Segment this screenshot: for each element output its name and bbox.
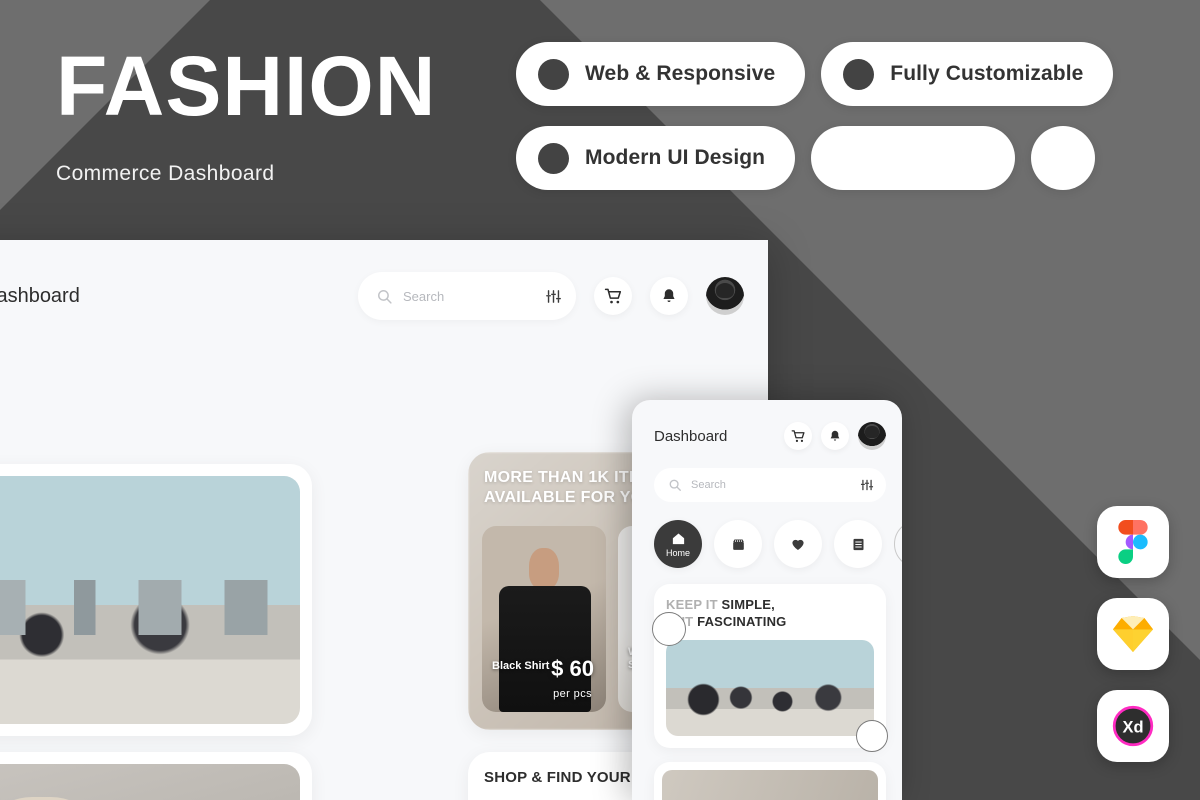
nav-item-overflow[interactable] <box>894 520 902 568</box>
mobile-page-title: Dashboard <box>654 427 728 445</box>
mobile-dashboard-mockup: Dashboard Search Home KEEP IT SIMPLE, FA… <box>632 400 902 800</box>
feature-pill-web-responsive[interactable]: Web & Responsive <box>516 42 806 106</box>
blank-circle-shape <box>1031 126 1096 190</box>
city-skyline-graphic <box>0 580 300 635</box>
page-title: FASHION <box>56 39 437 133</box>
feature-pill-label: Fully Customizable <box>890 62 1084 85</box>
adobe-xd-icon: Xd <box>1112 705 1154 747</box>
decorative-circle <box>652 612 686 646</box>
user-avatar[interactable] <box>706 277 744 315</box>
product-name: Black Shirt <box>492 660 550 672</box>
feature-title-line2-bold: FASCINATING <box>697 614 787 630</box>
filter-sliders-icon[interactable] <box>545 288 562 305</box>
mobile-category-nav: Home <box>632 502 902 568</box>
feature-pill-modern-ui-design[interactable]: Modern UI Design <box>516 126 796 190</box>
mobile-header: Dashboard <box>632 400 902 450</box>
feature-pill-label: Web & Responsive <box>585 62 776 85</box>
heart-icon <box>792 539 804 550</box>
filter-sliders-icon[interactable] <box>860 478 874 492</box>
mobile-user-avatar[interactable] <box>858 422 886 450</box>
mobile-feature-card[interactable]: KEEP IT SIMPLE, BUT FASCINATING <box>652 584 888 753</box>
mobile-cart-button[interactable] <box>784 422 812 450</box>
mobile-secondary-card[interactable] <box>654 762 886 800</box>
list-icon <box>853 538 863 550</box>
desktop-header: Dashboard Search <box>0 240 768 352</box>
feature-title-line1-bold: SIMPLE, <box>721 597 775 612</box>
page-subtitle: Commerce Dashboard <box>56 162 275 185</box>
mobile-secondary-photo <box>662 770 878 800</box>
feature-pill-fully-customizable[interactable]: Fully Customizable <box>821 42 1114 106</box>
notifications-button[interactable] <box>650 277 688 315</box>
store-icon <box>732 539 744 550</box>
model-head-graphic <box>529 548 559 590</box>
hero-text-block: FASHION Commerce Dashboard <box>56 44 436 186</box>
bullet-dot-icon <box>843 58 875 90</box>
nav-item-label: Home <box>665 547 690 558</box>
sketch-icon <box>1113 616 1153 652</box>
decorative-circle <box>856 720 888 753</box>
nav-item-orders[interactable] <box>834 520 882 568</box>
figma-icon <box>1118 520 1148 564</box>
bell-icon <box>663 289 675 302</box>
search-icon <box>669 479 681 491</box>
search-icon <box>378 289 392 304</box>
bell-icon <box>830 430 840 441</box>
mobile-search-placeholder: Search <box>691 479 726 491</box>
desktop-search-field[interactable]: Search <box>358 272 576 320</box>
tool-badge-sketch[interactable] <box>1097 598 1169 670</box>
feature-pill-label: Modern UI Design <box>585 146 766 169</box>
nav-item-favorites[interactable] <box>774 520 822 568</box>
home-icon <box>672 533 684 544</box>
hero-banner-photo <box>0 476 300 724</box>
nav-item-store[interactable] <box>714 520 762 568</box>
mobile-feature-photo <box>666 640 874 737</box>
mobile-notifications-button[interactable] <box>821 422 849 450</box>
product-unit: per pcs <box>553 688 592 700</box>
product-price: $ 60 <box>551 656 594 681</box>
feature-title-line1-light: KEEP IT <box>666 597 722 612</box>
feature-pill-row: Modern UI Design <box>516 126 1156 190</box>
feature-pill-row: Web & Responsive Fully Customizable <box>516 42 1156 106</box>
elegance-banner-card[interactable]: ATE YOUR ELEGANCE, <box>0 752 312 800</box>
svg-text:Xd: Xd <box>1122 718 1143 736</box>
desktop-page-title: Dashboard <box>0 284 80 307</box>
bullet-dot-icon <box>538 142 569 174</box>
product-card-black-shirt[interactable]: Black Shirt $ 60 per pcs <box>482 526 606 712</box>
cart-icon <box>791 429 805 442</box>
nav-item-home[interactable]: Home <box>654 520 702 568</box>
tool-badge-figma[interactable] <box>1097 506 1169 578</box>
cart-icon <box>604 288 621 303</box>
bullet-dot-icon <box>538 58 569 90</box>
mobile-feature-title: KEEP IT SIMPLE, BUT FASCINATING <box>666 596 874 630</box>
desktop-search-placeholder: Search <box>403 288 445 304</box>
tool-badge-adobe-xd[interactable]: Xd <box>1097 690 1169 762</box>
elegance-photo: ATE YOUR ELEGANCE, <box>0 764 300 800</box>
design-tool-badges: Xd <box>1097 506 1169 762</box>
cart-button[interactable] <box>594 277 632 315</box>
blank-pill-shape <box>811 126 1016 190</box>
hero-banner-card[interactable] <box>0 464 312 736</box>
feature-pill-group: Web & Responsive Fully Customizable Mode… <box>516 42 1156 210</box>
mobile-search-field[interactable]: Search <box>654 468 886 502</box>
